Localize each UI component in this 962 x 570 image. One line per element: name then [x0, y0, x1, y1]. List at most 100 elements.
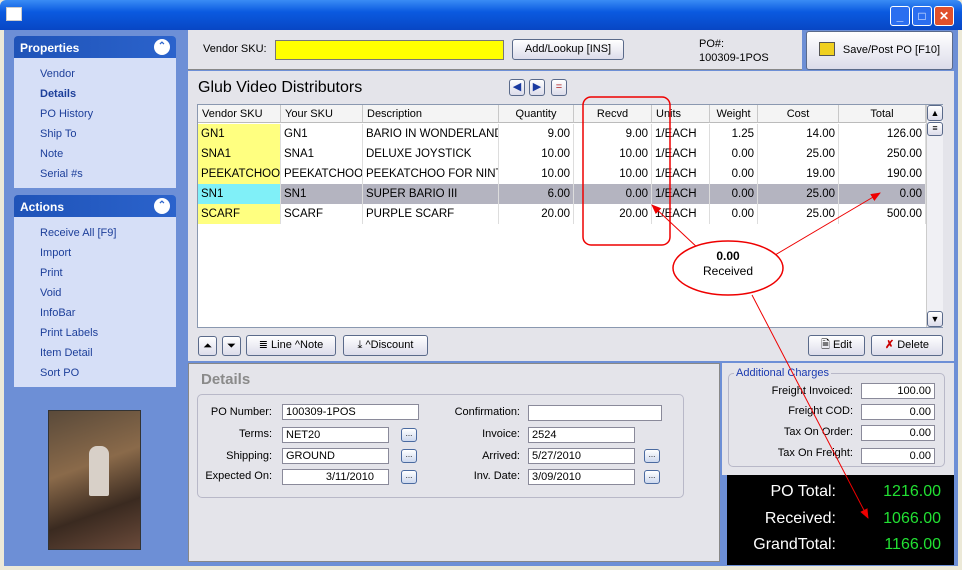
- cell-cost: 14.00: [758, 124, 839, 144]
- invoice-input[interactable]: 2524: [528, 427, 635, 443]
- sidebar-item-note[interactable]: Note: [40, 148, 63, 160]
- action-infobar[interactable]: InfoBar: [40, 307, 75, 319]
- action-print-labels[interactable]: Print Labels: [40, 327, 98, 339]
- scroll-up-icon[interactable]: ▲: [927, 105, 943, 121]
- prev-icon[interactable]: ◀: [509, 79, 525, 96]
- cell-weight: 1.25: [710, 124, 758, 144]
- expected-input[interactable]: 3/11/2010: [282, 469, 389, 485]
- confirmation-input[interactable]: [528, 405, 662, 421]
- properties-header[interactable]: Properties ⌃: [14, 36, 176, 58]
- table-row[interactable]: SN1 SN1 SUPER BARIO III 6.00 0.00 1/EACH 0.00 2…: [198, 184, 926, 204]
- cell-units: 1/EACH: [652, 144, 710, 164]
- arrived-lookup-button[interactable]: ...: [644, 449, 660, 463]
- collapse-icon[interactable]: ⌃: [154, 39, 170, 55]
- cell-your-sku: SN1: [281, 184, 363, 204]
- close-button[interactable]: ✕: [934, 6, 954, 26]
- details-title: Details: [201, 371, 251, 388]
- cell-recvd: 20.00: [574, 204, 652, 224]
- inv-date-input[interactable]: 3/09/2010: [528, 469, 635, 485]
- delete-button[interactable]: ✗ Delete: [871, 335, 943, 356]
- vertical-scrollbar[interactable]: ▲ ≡ ▼: [926, 105, 943, 327]
- action-sort-po[interactable]: Sort PO: [40, 367, 79, 379]
- cell-total: 190.00: [839, 164, 926, 184]
- delete-label: Delete: [897, 339, 930, 351]
- action-receive-all[interactable]: Receive All [F9]: [40, 227, 116, 239]
- actions-header[interactable]: Actions ⌃: [14, 195, 176, 217]
- line-note-button[interactable]: ≣ Line ^Note: [246, 335, 336, 356]
- vendor-sku-label: Vendor SKU:: [203, 43, 267, 55]
- tax-order-input[interactable]: 0.00: [861, 425, 935, 441]
- cell-quantity: 9.00: [499, 124, 574, 144]
- expected-lookup-button[interactable]: ...: [401, 470, 417, 484]
- cell-cost: 25.00: [758, 204, 839, 224]
- cell-recvd: 10.00: [574, 164, 652, 184]
- equals-icon[interactable]: =: [551, 79, 567, 96]
- cell-your-sku: GN1: [281, 124, 363, 144]
- table-row[interactable]: SNA1 SNA1 DELUXE JOYSTICK 10.00 10.00 1/EACH 0…: [198, 144, 926, 164]
- scroll-down-icon[interactable]: ▼: [927, 311, 943, 327]
- cell-weight: 0.00: [710, 204, 758, 224]
- column-header-recvd[interactable]: Recvd: [574, 105, 652, 123]
- sidebar-item-details[interactable]: Details: [40, 88, 76, 100]
- cell-units: 1/EACH: [652, 204, 710, 224]
- cell-weight: 0.00: [710, 144, 758, 164]
- next-icon[interactable]: ▶: [529, 79, 545, 96]
- delete-icon: ✗: [884, 339, 898, 351]
- edit-button[interactable]: 🗎 Edit: [808, 335, 865, 356]
- column-header-quantity[interactable]: Quantity: [499, 105, 574, 123]
- freight-cod-input[interactable]: 0.00: [861, 404, 935, 420]
- cell-weight: 0.00: [710, 184, 758, 204]
- discount-button[interactable]: ⤓ ^Discount: [343, 335, 428, 356]
- decorative-photo: [48, 410, 141, 550]
- properties-panel: Vendor Details PO History Ship To Note S…: [14, 58, 176, 188]
- column-header-your-sku[interactable]: Your SKU: [281, 105, 363, 123]
- terms-lookup-button[interactable]: ...: [401, 428, 417, 442]
- terms-input[interactable]: NET20: [282, 427, 389, 443]
- table-row[interactable]: SCARF SCARF PURPLE SCARF 20.00 20.00 1/EACH 0.…: [198, 204, 926, 224]
- sidebar-item-ship-to[interactable]: Ship To: [40, 128, 77, 140]
- shipping-lookup-button[interactable]: ...: [401, 449, 417, 463]
- table-row[interactable]: GN1 GN1 BARIO IN WONDERLAND 9.00 9.00 1/EACH 1…: [198, 124, 926, 144]
- arrived-input[interactable]: 5/27/2010: [528, 448, 635, 464]
- vendor-name: Glub Video Distributors: [198, 79, 363, 96]
- tax-freight-input[interactable]: 0.00: [861, 448, 935, 464]
- inv-date-lookup-button[interactable]: ...: [644, 470, 660, 484]
- shipping-input[interactable]: GROUND: [282, 448, 389, 464]
- table-row[interactable]: PEEKATCHOO PEEKATCHOO PEEKATCHOO FOR NINTE…: [198, 164, 926, 184]
- minimize-button[interactable]: _: [890, 6, 910, 26]
- collapse-icon[interactable]: ⌃: [154, 198, 170, 214]
- column-header-description[interactable]: Description: [363, 105, 499, 123]
- photo-figure: [89, 446, 109, 496]
- column-header-vendor-sku[interactable]: Vendor SKU: [198, 105, 281, 123]
- freight-invoiced-input[interactable]: 100.00: [861, 383, 935, 399]
- po-number-input[interactable]: 100309-1POS: [282, 404, 419, 420]
- column-header-units[interactable]: Units: [652, 105, 710, 123]
- charges-title: Additional Charges: [734, 367, 831, 379]
- cell-quantity: 20.00: [499, 204, 574, 224]
- action-print[interactable]: Print: [40, 267, 63, 279]
- cell-vendor-sku: SNA1: [198, 144, 281, 164]
- column-header-cost[interactable]: Cost: [758, 105, 839, 123]
- action-item-detail[interactable]: Item Detail: [40, 347, 93, 359]
- grand-total-label: GrandTotal:: [753, 536, 836, 553]
- scroll-thumb[interactable]: ≡: [927, 122, 943, 136]
- sidebar-item-serials[interactable]: Serial #s: [40, 168, 83, 180]
- sidebar-item-vendor[interactable]: Vendor: [40, 68, 75, 80]
- action-void[interactable]: Void: [40, 287, 61, 299]
- add-lookup-button[interactable]: Add/Lookup [INS]: [512, 39, 624, 60]
- save-post-button[interactable]: Save/Post PO [F10]: [806, 31, 953, 70]
- sidebar-item-po-history[interactable]: PO History: [40, 108, 93, 120]
- move-up-icon[interactable]: ⏶: [198, 336, 217, 356]
- freight-cod-label: Freight COD:: [788, 405, 853, 417]
- column-header-total[interactable]: Total: [839, 105, 926, 123]
- po-label: PO#:: [699, 38, 725, 50]
- action-import[interactable]: Import: [40, 247, 71, 259]
- cell-description: DELUXE JOYSTICK: [363, 144, 499, 164]
- vendor-sku-input[interactable]: [275, 40, 504, 60]
- cell-total: 500.00: [839, 204, 926, 224]
- inv-date-label: Inv. Date:: [473, 470, 520, 482]
- column-header-weight[interactable]: Weight: [710, 105, 758, 123]
- confirmation-label: Confirmation:: [454, 406, 520, 418]
- maximize-button[interactable]: □: [912, 6, 932, 26]
- move-down-icon[interactable]: ⏷: [222, 336, 241, 356]
